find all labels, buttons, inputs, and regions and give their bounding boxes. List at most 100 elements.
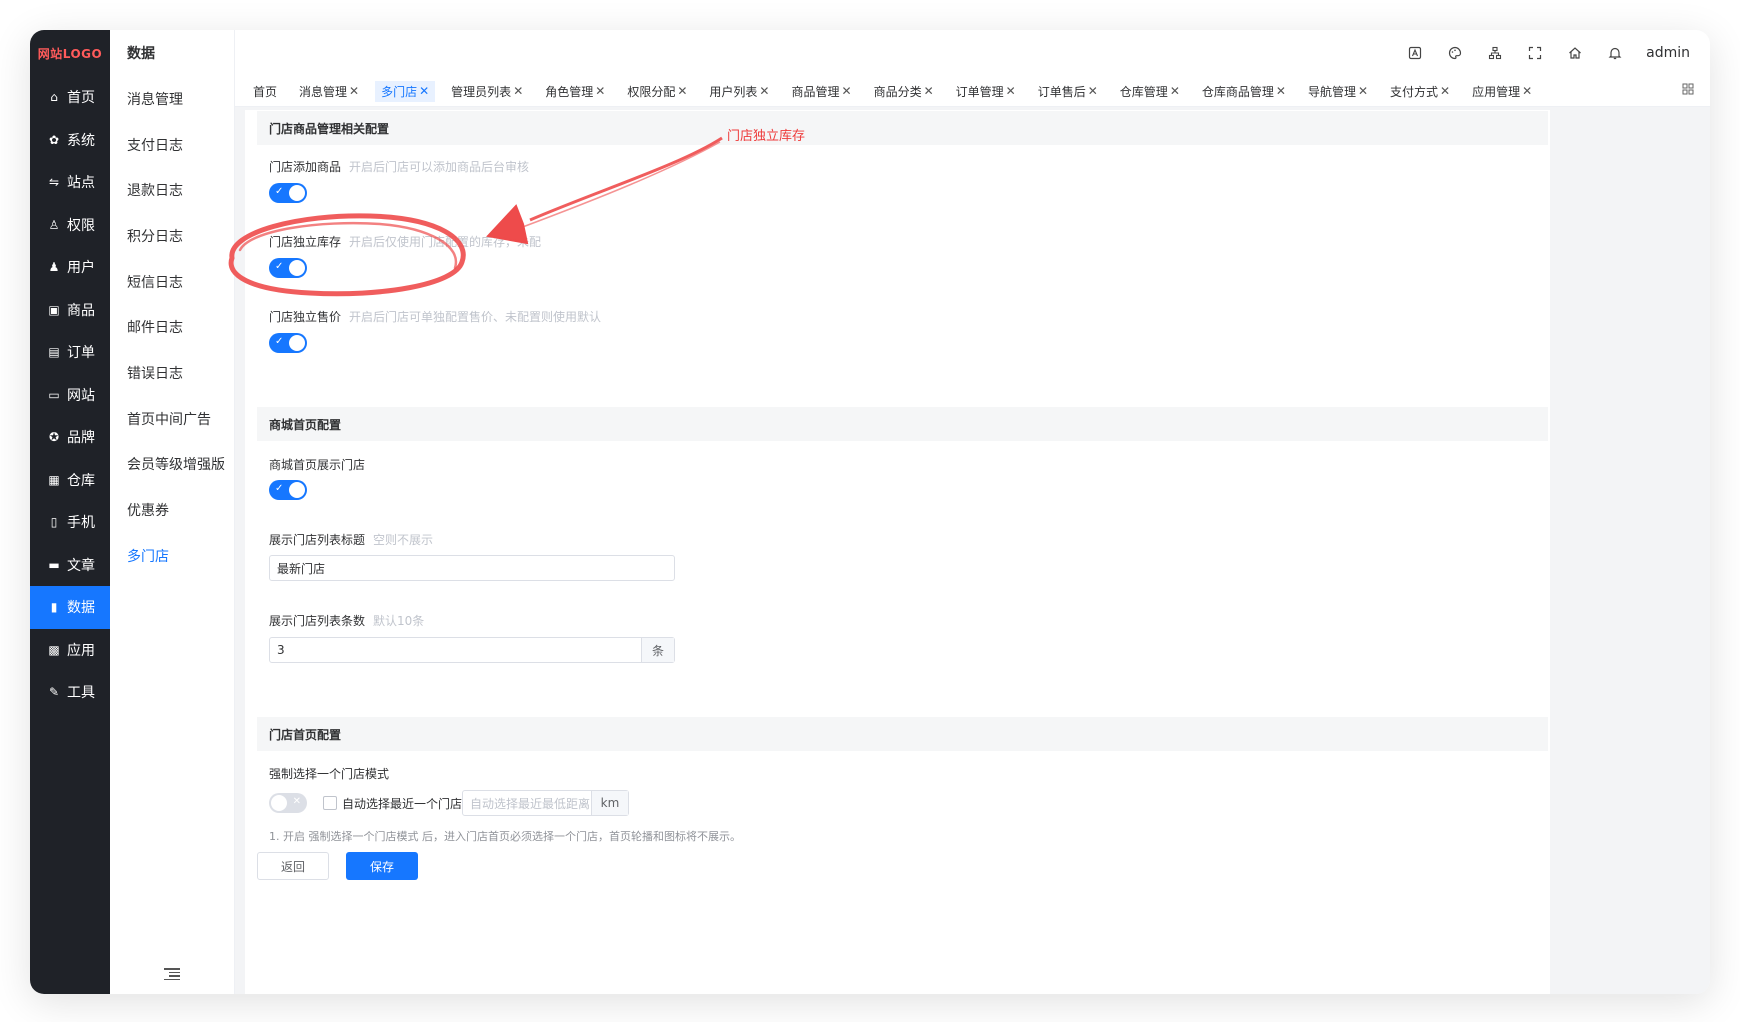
clipboard-icon: ▤ [48,345,60,360]
secondary-nav-item[interactable]: 多门店 [110,533,234,579]
primary-nav-label: 数据 [67,600,95,617]
section-mall-home: 商城首页配置 [257,407,1548,441]
distance-input[interactable]: 自动选择最近最低距离 km [462,790,629,816]
primary-nav-item[interactable]: ⌂ 首页 [30,76,110,119]
secondary-nav-item[interactable]: 首页中间广告 [110,396,234,442]
bell-icon[interactable] [1606,44,1624,62]
force-select-switch[interactable]: ✕ [269,793,307,813]
tab[interactable]: 支付方式 ✕ [1390,83,1450,100]
tab-grid-icon[interactable] [1682,80,1694,95]
list-count-tip: 默认10条 [373,614,425,628]
secondary-sidebar-title: 数据 [127,46,155,62]
close-tab-icon[interactable]: ✕ [1170,84,1180,98]
section-store-goods: 门店商品管理相关配置 [257,111,1548,145]
add-goods-label: 门店添加商品 开启后门店可以添加商品后台审核 [269,160,530,174]
close-tab-icon[interactable]: ✕ [419,84,429,98]
primary-nav-item[interactable]: ▣ 商品 [30,289,110,332]
close-tab-icon[interactable]: ✕ [759,84,769,98]
close-tab-icon[interactable]: ✕ [677,84,687,98]
tab[interactable]: 订单售后 ✕ [1038,83,1098,100]
tab[interactable]: 用户列表 ✕ [709,83,769,100]
sitemap-icon[interactable] [1486,44,1504,62]
tab[interactable]: 消息管理 ✕ [299,83,359,100]
primary-nav-item[interactable]: ▮ 数据 [30,586,110,629]
primary-nav-item[interactable]: ▩ 应用 [30,629,110,672]
tab[interactable]: 管理员列表 ✕ [451,83,523,100]
price-switch[interactable]: ✓ [269,333,307,353]
user-name[interactable]: admin [1646,45,1690,61]
primary-nav-label: 用户 [67,260,95,277]
secondary-nav-item[interactable]: 邮件日志 [110,304,234,350]
tab[interactable]: 角色管理 ✕ [545,83,605,100]
tab[interactable]: 商品分类 ✕ [874,83,934,100]
close-tab-icon[interactable]: ✕ [513,84,523,98]
close-tab-icon[interactable]: ✕ [1358,84,1368,98]
primary-nav-item[interactable]: ✎ 工具 [30,671,110,714]
primary-nav-item[interactable]: ♙ 权限 [30,204,110,247]
tab[interactable]: 多门店 ✕ [375,80,436,102]
secondary-nav-item[interactable]: 优惠券 [110,487,234,533]
close-tab-icon[interactable]: ✕ [1522,84,1532,98]
secondary-nav-item[interactable]: 会员等级增强版 [110,442,234,488]
primary-nav-label: 站点 [67,175,95,192]
secondary-nav-item[interactable]: 消息管理 [110,76,234,122]
tab[interactable]: 订单管理 ✕ [956,83,1016,100]
tab-label: 导航管理 [1307,84,1356,99]
tab[interactable]: 仓库商品管理 ✕ [1202,83,1286,100]
close-tab-icon[interactable]: ✕ [1440,84,1450,98]
primary-nav-item[interactable]: ⇋ 站点 [30,161,110,204]
home-icon[interactable] [1566,44,1584,62]
add-goods-tip: 开启后门店可以添加商品后台审核 [349,160,530,174]
secondary-nav-item[interactable]: 短信日志 [110,259,234,305]
tab[interactable]: 导航管理 ✕ [1308,83,1368,100]
monitor-icon: ▭ [48,387,60,402]
fullscreen-icon[interactable] [1526,44,1544,62]
list-title-input[interactable]: 最新门店 [269,555,675,581]
primary-nav-item[interactable]: ♟ 用户 [30,246,110,289]
collapse-sidebar-icon[interactable] [164,966,180,980]
tab[interactable]: 商品管理 ✕ [791,83,851,100]
tab[interactable]: 仓库管理 ✕ [1120,83,1180,100]
tab-label: 消息管理 [299,84,348,99]
close-tab-icon[interactable]: ✕ [842,84,852,98]
badge-icon: ✪ [48,430,60,445]
save-button[interactable]: 保存 [346,852,418,880]
primary-nav-item[interactable]: ✪ 品牌 [30,416,110,459]
list-count-input[interactable]: 3条 [269,637,675,663]
close-tab-icon[interactable]: ✕ [1276,84,1286,98]
primary-nav-item[interactable]: ▤ 订单 [30,331,110,374]
stock-switch[interactable]: ✓ [269,258,307,278]
palette-icon[interactable] [1446,44,1464,62]
stock-label: 门店独立库存 开启后仅使用门店配置的库存，未配 [269,235,542,249]
primary-nav-item[interactable]: ▦ 仓库 [30,459,110,502]
add-goods-switch[interactable]: ✓ [269,183,307,203]
primary-nav-item[interactable]: ▭ 网站 [30,374,110,417]
primary-nav-item[interactable]: ✿ 系统 [30,119,110,162]
primary-nav-item[interactable]: ▬ 文章 [30,544,110,587]
close-tab-icon[interactable]: ✕ [924,84,934,98]
primary-nav-label: 文章 [67,557,95,574]
show-store-switch[interactable]: ✓ [269,480,307,500]
primary-sidebar: 网站LOGO ⌂ 首页 ✿ 系统 ⇋ 站点 ♙ 权限 ♟ 用户 ▣ 商品 ▤ 订单 ▭ 网站 ✪ 品牌 ▦ 仓库 ▯ 手机… [30,30,110,994]
main-area: admin 首页 消息管理 ✕ 多门店 ✕ 管理员列表 ✕ 角色管理 ✕ 权限分配 ✕ 用户列表 ✕ 商品… [235,30,1710,994]
gear-icon: ✿ [48,132,60,147]
force-select-label: 强制选择一个门店模式 [269,767,390,781]
close-tab-icon[interactable]: ✕ [595,84,605,98]
translate-icon[interactable] [1406,44,1424,62]
back-button[interactable]: 返回 [257,852,329,880]
tab[interactable]: 权限分配 ✕ [627,83,687,100]
secondary-nav-item[interactable]: 支付日志 [110,122,234,168]
close-tab-icon[interactable]: ✕ [349,84,359,98]
force-select-note: 1. 开启 强制选择一个门店模式 后，进入门店首页必须选择一个门店，首页轮播和图… [269,830,741,843]
primary-nav-label: 首页 [67,90,95,107]
secondary-nav-item[interactable]: 退款日志 [110,167,234,213]
close-tab-icon[interactable]: ✕ [1088,84,1098,98]
secondary-nav-item[interactable]: 积分日志 [110,213,234,259]
tab[interactable]: 应用管理 ✕ [1472,83,1532,100]
section-store-home: 门店首页配置 [257,717,1548,751]
tab[interactable]: 首页 [253,83,277,100]
primary-nav-item[interactable]: ▯ 手机 [30,501,110,544]
auto-select-checkbox[interactable] [323,796,337,810]
secondary-nav-item[interactable]: 错误日志 [110,350,234,396]
close-tab-icon[interactable]: ✕ [1006,84,1016,98]
